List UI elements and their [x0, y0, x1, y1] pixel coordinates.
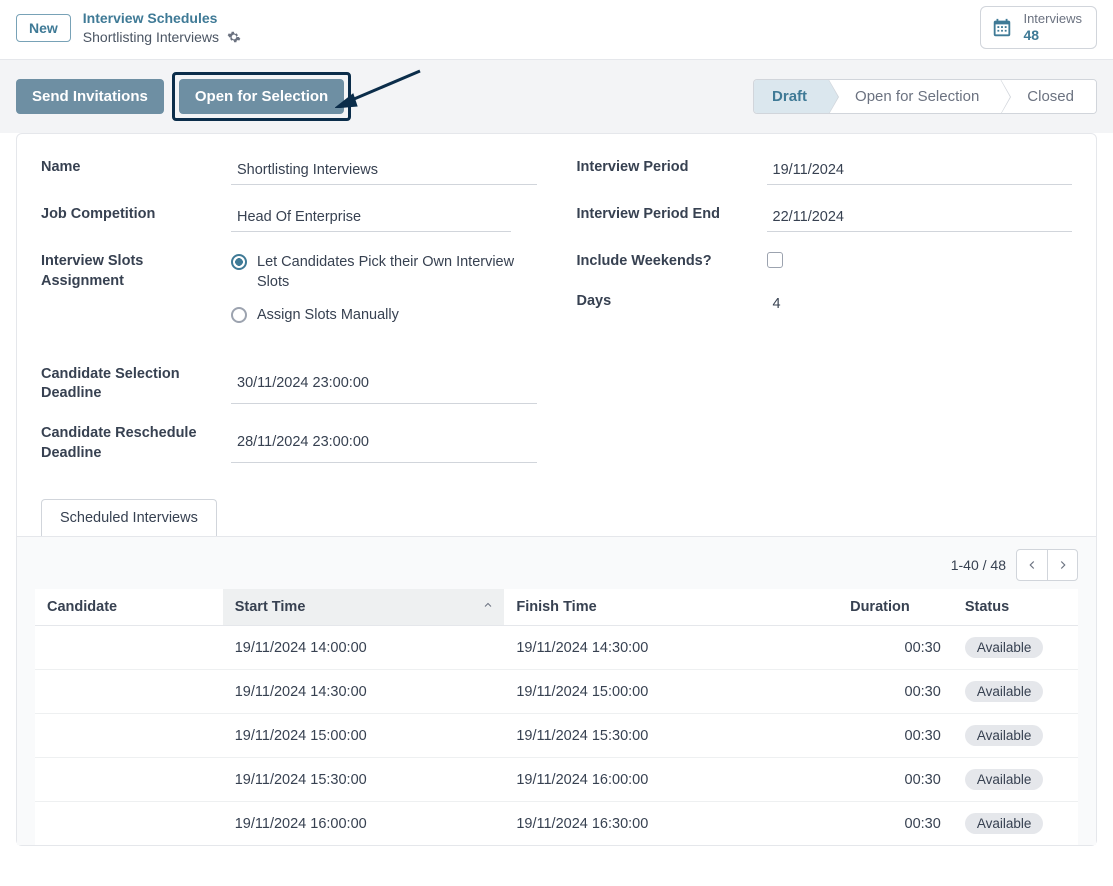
slots-assignment-group: Let Candidates Pick their Own Interview …	[231, 252, 537, 325]
cell-start: 19/11/2024 14:30:00	[223, 670, 505, 714]
form-card: Name Job Competition Interview Slots Ass…	[16, 133, 1097, 846]
col-duration[interactable]: Duration	[838, 589, 953, 626]
send-invitations-button[interactable]: Send Invitations	[16, 79, 164, 114]
status-badge: Available	[965, 769, 1044, 790]
pager-next[interactable]	[1047, 550, 1077, 580]
stat-value: 48	[1023, 27, 1082, 43]
annotation-highlight: Open for Selection	[172, 72, 351, 121]
status-badge: Available	[965, 637, 1044, 658]
table-row[interactable]: 19/11/2024 14:30:0019/11/2024 15:00:0000…	[35, 670, 1078, 714]
col-finish-time[interactable]: Finish Time	[504, 589, 838, 626]
cell-start: 19/11/2024 14:00:00	[223, 626, 505, 670]
table-row[interactable]: 19/11/2024 16:00:0019/11/2024 16:30:0000…	[35, 802, 1078, 846]
cell-finish: 19/11/2024 16:00:00	[504, 758, 838, 802]
interviews-table: Candidate Start Time Finish Time Duratio…	[35, 589, 1078, 845]
cell-start: 19/11/2024 16:00:00	[223, 802, 505, 846]
col-status[interactable]: Status	[953, 589, 1078, 626]
breadcrumb-link[interactable]: Interview Schedules	[83, 9, 241, 27]
label-interview-period: Interview Period	[577, 158, 757, 185]
cell-candidate	[35, 626, 223, 670]
open-for-selection-button[interactable]: Open for Selection	[179, 79, 344, 114]
radio-candidates-pick[interactable]: Let Candidates Pick their Own Interview …	[231, 252, 537, 293]
col-start-time[interactable]: Start Time	[223, 589, 505, 626]
pager-info: 1-40 / 48	[951, 557, 1006, 573]
interview-period-field[interactable]	[767, 158, 1073, 185]
cell-finish: 19/11/2024 15:30:00	[504, 714, 838, 758]
cell-start: 19/11/2024 15:30:00	[223, 758, 505, 802]
radio-icon	[231, 254, 247, 270]
cell-start: 19/11/2024 15:00:00	[223, 714, 505, 758]
cell-status: Available	[953, 670, 1078, 714]
label-name: Name	[41, 158, 221, 185]
calendar-icon	[991, 17, 1013, 39]
cell-candidate	[35, 670, 223, 714]
label-include-weekends: Include Weekends?	[577, 252, 757, 272]
radio-icon	[231, 307, 247, 323]
tab-row: Scheduled Interviews	[41, 499, 1072, 536]
cell-duration: 00:30	[838, 802, 953, 846]
pager-prev[interactable]	[1017, 550, 1047, 580]
status-badge: Available	[965, 681, 1044, 702]
stage-draft[interactable]: Draft	[754, 80, 829, 113]
cell-finish: 19/11/2024 14:30:00	[504, 626, 838, 670]
new-button[interactable]: New	[16, 14, 71, 42]
gear-icon[interactable]	[227, 30, 241, 44]
stage-closed[interactable]: Closed	[1001, 80, 1096, 113]
table-section: 1-40 / 48 Candidate Start Time	[17, 536, 1096, 845]
sort-asc-icon	[482, 599, 494, 615]
name-field[interactable]	[231, 158, 537, 185]
cell-status: Available	[953, 758, 1078, 802]
status-badge: Available	[965, 813, 1044, 834]
cell-candidate	[35, 714, 223, 758]
cell-finish: 19/11/2024 15:00:00	[504, 670, 838, 714]
breadcrumb: Interview Schedules Shortlisting Intervi…	[83, 9, 241, 45]
breadcrumb-title: Shortlisting Interviews	[83, 28, 219, 46]
cell-status: Available	[953, 714, 1078, 758]
label-slots-assignment: Interview Slots Assignment	[41, 252, 221, 325]
stat-interviews[interactable]: Interviews 48	[980, 6, 1097, 49]
cell-candidate	[35, 758, 223, 802]
table-row[interactable]: 19/11/2024 14:00:0019/11/2024 14:30:0000…	[35, 626, 1078, 670]
days-value: 4	[767, 292, 1073, 318]
cell-duration: 00:30	[838, 758, 953, 802]
stage-open-for-selection[interactable]: Open for Selection	[829, 80, 1001, 113]
reschedule-deadline-field[interactable]	[231, 424, 537, 463]
interview-period-end-field[interactable]	[767, 205, 1073, 232]
label-interview-period-end: Interview Period End	[577, 205, 757, 232]
cell-duration: 00:30	[838, 714, 953, 758]
label-reschedule-deadline: Candidate Reschedule Deadline	[41, 424, 221, 463]
status-badge: Available	[965, 725, 1044, 746]
action-bar: Send Invitations Open for Selection Draf…	[0, 60, 1113, 133]
cell-duration: 00:30	[838, 670, 953, 714]
cell-duration: 00:30	[838, 626, 953, 670]
cell-finish: 19/11/2024 16:30:00	[504, 802, 838, 846]
selection-deadline-field[interactable]	[231, 365, 537, 404]
stat-label: Interviews	[1023, 12, 1082, 27]
table-row[interactable]: 19/11/2024 15:00:0019/11/2024 15:30:0000…	[35, 714, 1078, 758]
status-pipeline: Draft Open for Selection Closed	[753, 79, 1097, 114]
include-weekends-checkbox[interactable]	[767, 252, 783, 268]
job-competition-field[interactable]	[231, 205, 511, 232]
label-job-competition: Job Competition	[41, 205, 221, 232]
col-candidate[interactable]: Candidate	[35, 589, 223, 626]
table-row[interactable]: 19/11/2024 15:30:0019/11/2024 16:00:0000…	[35, 758, 1078, 802]
radio-assign-manually[interactable]: Assign Slots Manually	[231, 305, 537, 325]
label-selection-deadline: Candidate Selection Deadline	[41, 365, 221, 404]
top-bar: New Interview Schedules Shortlisting Int…	[0, 0, 1113, 60]
label-days: Days	[577, 292, 757, 318]
cell-status: Available	[953, 802, 1078, 846]
cell-status: Available	[953, 626, 1078, 670]
tab-scheduled-interviews[interactable]: Scheduled Interviews	[41, 499, 217, 536]
cell-candidate	[35, 802, 223, 846]
